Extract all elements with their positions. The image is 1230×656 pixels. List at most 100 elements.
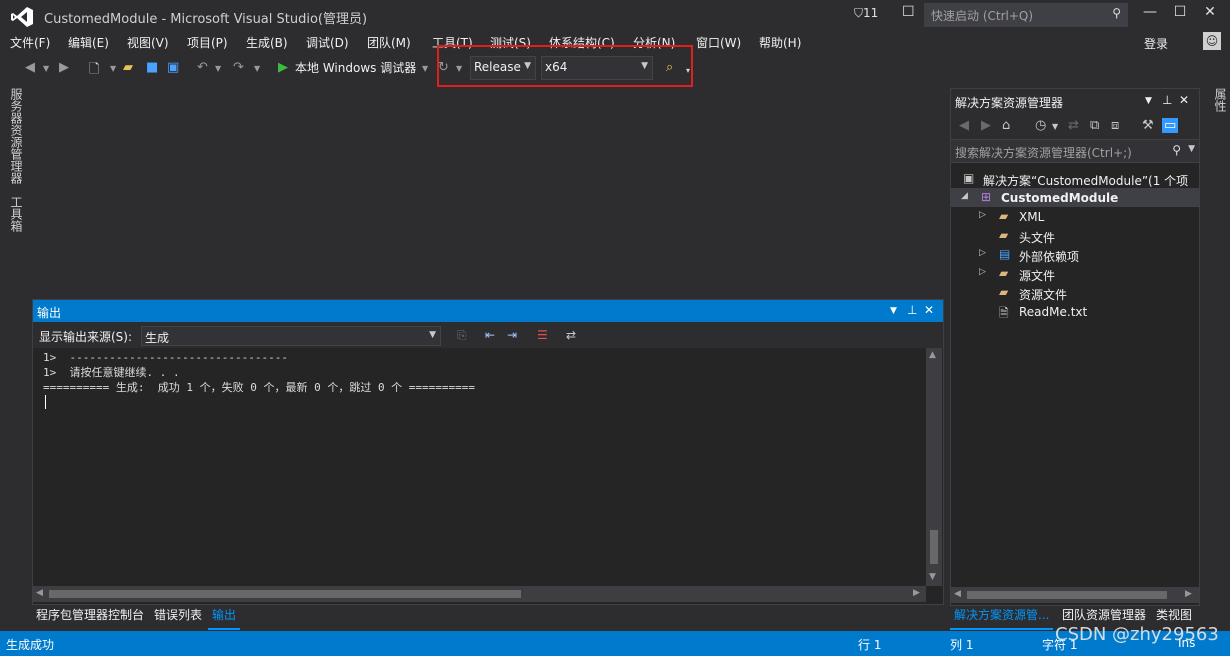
server-explorer-tab[interactable]: 服务器资源管理器: [8, 88, 25, 184]
collapse-all-icon[interactable]: ⧉: [1090, 118, 1099, 133]
status-column: 列 1: [950, 638, 974, 652]
notifications-count: 11: [863, 6, 879, 20]
solution-explorer-panel: 解决方案资源管理器 ▼ ⊥ ✕ ◀ ▶ ⌂ ◷ ▼ ⇄ ⧉ ⧈ ⚒ ▭ 搜索解决…: [950, 88, 1200, 606]
menu-window[interactable]: 窗口(W): [696, 34, 741, 51]
home-icon[interactable]: ⌂: [1002, 118, 1010, 133]
scroll-thumb[interactable]: [49, 590, 521, 598]
feedback-icon[interactable]: ☐: [902, 4, 915, 20]
redo-icon[interactable]: ↷: [233, 60, 244, 75]
tab-output[interactable]: 输出: [208, 604, 241, 630]
menu-build[interactable]: 生成(B): [246, 34, 288, 51]
scroll-up-icon[interactable]: ▲: [929, 350, 936, 360]
tab-solution-explorer[interactable]: 解决方案资源管...: [950, 604, 1054, 630]
start-debugging-icon[interactable]: ▶: [278, 60, 288, 75]
window-position-dropdown-icon[interactable]: ▼: [890, 306, 897, 316]
output-source-select[interactable]: 生成 ▼: [141, 326, 441, 346]
save-icon[interactable]: ■: [146, 60, 158, 75]
menu-help[interactable]: 帮助(H): [759, 34, 801, 51]
output-header: 输出 ▼ ⊥ ✕: [33, 300, 943, 322]
maximize-button[interactable]: ☐: [1165, 4, 1195, 20]
menu-view[interactable]: 视图(V): [127, 34, 169, 51]
menu-file[interactable]: 文件(F): [10, 34, 50, 51]
open-file-icon[interactable]: ▰: [123, 60, 133, 75]
window-position-dropdown-icon[interactable]: ▼: [1145, 96, 1152, 106]
scroll-right-icon[interactable]: ▶: [913, 588, 920, 598]
search-options-dropdown-icon[interactable]: ▼: [1188, 144, 1195, 154]
show-all-files-icon[interactable]: ⧈: [1111, 118, 1119, 133]
sync-icon[interactable]: ⇄: [1068, 118, 1079, 133]
tree-item-folder[interactable]: ▰ 资源文件: [951, 283, 1199, 302]
next-message-icon[interactable]: ⇥: [507, 328, 517, 342]
debugger-dropdown-icon[interactable]: ▼: [422, 64, 428, 73]
expanded-arrow-icon[interactable]: ◢: [961, 191, 968, 201]
tree-item-dependencies[interactable]: ▷ ▤ 外部依赖项: [951, 245, 1199, 264]
collapsed-arrow-icon[interactable]: ▷: [979, 248, 986, 258]
start-debugger-label[interactable]: 本地 Windows 调试器: [295, 59, 416, 76]
scroll-right-icon[interactable]: ▶: [1185, 589, 1192, 599]
folder-icon: ▰: [999, 266, 1009, 280]
menu-edit[interactable]: 编辑(E): [68, 34, 109, 51]
horizontal-scrollbar[interactable]: ◀ ▶: [33, 586, 926, 602]
scroll-down-icon[interactable]: ▼: [929, 572, 936, 582]
navigate-forward-icon[interactable]: ▶: [59, 60, 69, 75]
vertical-scrollbar[interactable]: ▲ ▼: [926, 348, 942, 586]
output-text[interactable]: 1> --------------------------------- 1> 请…: [43, 350, 923, 576]
output-line: 1> ---------------------------------: [43, 351, 289, 364]
undo-icon[interactable]: ↶: [197, 60, 208, 75]
close-icon[interactable]: ✕: [924, 303, 934, 317]
watermark-text: CSDN @zhy29563: [1055, 624, 1219, 645]
menu-debug[interactable]: 调试(D): [306, 34, 349, 51]
tab-package-manager-console[interactable]: 程序包管理器控制台: [32, 604, 148, 628]
back-icon[interactable]: ◀: [959, 118, 969, 133]
navigate-back-dropdown-icon[interactable]: ▼: [43, 64, 49, 73]
save-all-icon[interactable]: ▣: [167, 60, 179, 75]
tree-item-solution[interactable]: ▣ 解决方案“CustomedModule”(1 个项: [951, 169, 1199, 188]
notifications-icon[interactable]: ⛉11: [854, 6, 878, 21]
scroll-left-icon[interactable]: ◀: [36, 588, 43, 598]
solution-search-input[interactable]: 搜索解决方案资源管理器(Ctrl+;) ⚲ ▼: [951, 139, 1199, 163]
word-wrap-icon[interactable]: ⇄: [566, 328, 576, 342]
scroll-thumb[interactable]: [930, 530, 938, 564]
forward-icon[interactable]: ▶: [981, 118, 991, 133]
tree-item-folder[interactable]: ▰ 头文件: [951, 226, 1199, 245]
collapsed-arrow-icon[interactable]: ▷: [979, 267, 986, 277]
close-icon[interactable]: ✕: [1179, 93, 1189, 107]
horizontal-scrollbar[interactable]: ◀ ▶: [951, 587, 1199, 603]
search-icon[interactable]: ⚲: [1172, 143, 1181, 157]
scroll-left-icon[interactable]: ◀: [954, 589, 961, 599]
toolbox-tab[interactable]: 工具箱: [8, 196, 25, 232]
new-project-dropdown-icon[interactable]: ▼: [110, 64, 116, 73]
quick-launch-input[interactable]: 快速启动 (Ctrl+Q) ⚲: [924, 3, 1128, 27]
new-project-icon[interactable]: 🗋: [89, 60, 99, 82]
properties-tab[interactable]: 属性: [1212, 88, 1229, 112]
search-icon[interactable]: ⚲: [1112, 6, 1121, 20]
scroll-thumb[interactable]: [967, 591, 1167, 599]
pending-changes-icon[interactable]: ◷: [1035, 118, 1046, 133]
tree-item-file[interactable]: 🗎 ReadMe.txt: [951, 302, 1199, 321]
tree-item-folder[interactable]: ▷ ▰ XML: [951, 207, 1199, 226]
go-to-message-icon[interactable]: ⎘: [457, 328, 467, 343]
minimize-button[interactable]: —: [1135, 4, 1165, 20]
tab-error-list[interactable]: 错误列表: [150, 604, 206, 628]
folder-icon: ▰: [999, 285, 1009, 299]
tree-item-project[interactable]: ◢ ⊞ CustomedModule: [951, 188, 1199, 207]
project-icon: ⊞: [981, 190, 992, 204]
pending-changes-dropdown-icon[interactable]: ▼: [1052, 122, 1058, 131]
collapsed-arrow-icon[interactable]: ▷: [979, 210, 986, 220]
preview-selected-icon[interactable]: ▭: [1162, 118, 1179, 133]
navigate-back-icon[interactable]: ◀: [25, 60, 35, 75]
menu-project[interactable]: 项目(P): [187, 34, 228, 51]
pin-icon[interactable]: ⊥: [907, 303, 917, 317]
pin-icon[interactable]: ⊥: [1162, 93, 1172, 107]
account-avatar-icon[interactable]: ☺: [1203, 32, 1221, 50]
close-window-button[interactable]: ✕: [1195, 4, 1225, 20]
previous-message-icon[interactable]: ⇤: [485, 328, 495, 342]
undo-dropdown-icon[interactable]: ▼: [215, 64, 221, 73]
login-link[interactable]: 登录: [1144, 35, 1168, 52]
menu-team[interactable]: 团队(M): [367, 34, 411, 51]
clear-all-icon[interactable]: ☰: [537, 328, 548, 342]
tree-item-folder[interactable]: ▷ ▰ 源文件: [951, 264, 1199, 283]
redo-dropdown-icon[interactable]: ▼: [254, 64, 260, 73]
quick-launch-placeholder: 快速启动 (Ctrl+Q): [931, 9, 1034, 23]
properties-wrench-icon[interactable]: ⚒: [1142, 118, 1154, 133]
